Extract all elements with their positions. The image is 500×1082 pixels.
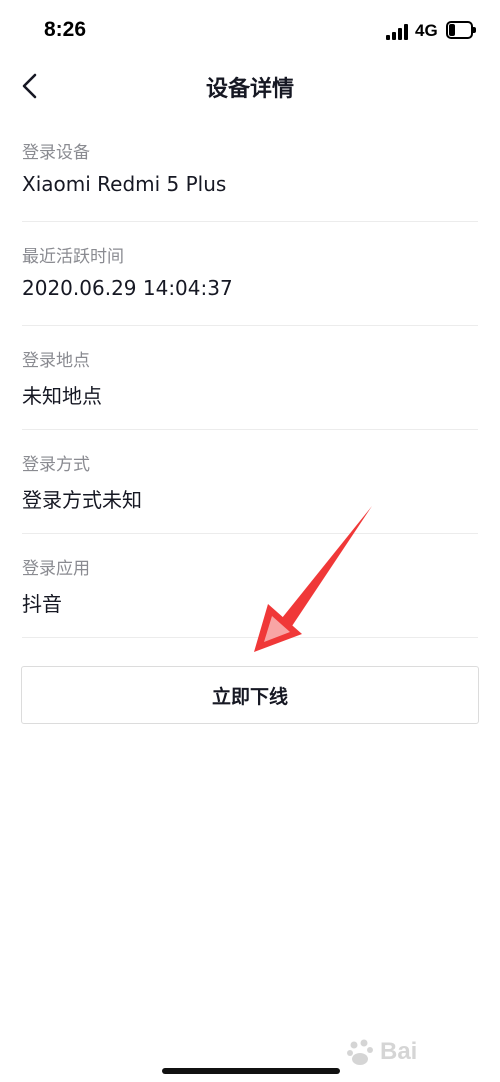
info-item-location: 登录地点 未知地点 (22, 326, 478, 430)
device-detail-screen: 8:26 4G 设备详情 登录设备 Xiaomi Redmi 5 Plus 最近… (0, 0, 500, 1082)
info-label: 登录设备 (22, 143, 90, 163)
info-item-last-active: 最近活跃时间 2020.06.29 14:04:37 (22, 222, 478, 326)
info-value: 未知地点 (22, 384, 102, 408)
info-label: 登录地点 (22, 351, 90, 371)
status-bar: 8:26 4G (0, 0, 500, 62)
network-type: 4G (415, 21, 438, 40)
info-label: 登录应用 (22, 559, 90, 579)
info-item-device: 登录设备 Xiaomi Redmi 5 Plus (22, 118, 478, 222)
page-title: 设备详情 (205, 77, 294, 102)
home-indicator[interactable] (162, 1068, 340, 1074)
watermark-text: Bai (380, 1038, 418, 1065)
nav-bar: 设备详情 (0, 62, 500, 108)
info-item-login-app: 登录应用 抖音 (22, 534, 478, 638)
baidu-watermark: Bai (346, 1030, 486, 1074)
info-value: 2020.06.29 14:04:37 (22, 276, 233, 300)
logout-now-button[interactable]: 立即下线 (21, 666, 479, 724)
signal-icon (386, 24, 408, 40)
info-item-login-method: 登录方式 登录方式未知 (22, 430, 478, 534)
info-label: 最近活跃时间 (22, 247, 124, 267)
status-time: 8:26 (44, 18, 87, 41)
info-value: Xiaomi Redmi 5 Plus (22, 172, 227, 196)
info-value: 登录方式未知 (22, 488, 142, 512)
device-info-list: 登录设备 Xiaomi Redmi 5 Plus 最近活跃时间 2020.06.… (22, 118, 478, 638)
info-label: 登录方式 (22, 455, 90, 475)
battery-icon (446, 21, 476, 39)
paw-logo-icon (347, 1039, 373, 1065)
info-value: 抖音 (22, 592, 62, 616)
